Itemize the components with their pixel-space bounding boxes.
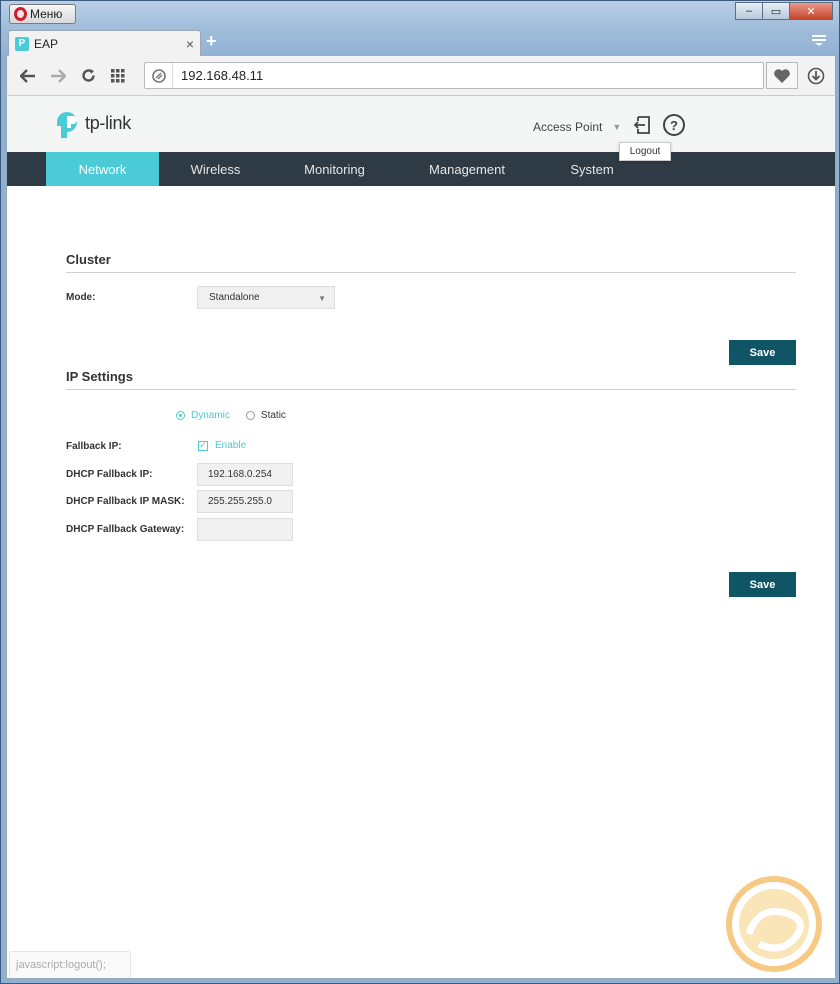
logo-text: tp-link <box>85 112 131 133</box>
logout-tooltip: Logout <box>619 142 671 161</box>
back-icon[interactable] <box>13 61 43 91</box>
site-info-icon[interactable] <box>145 63 173 88</box>
reload-icon[interactable] <box>73 61 103 91</box>
main-nav: Network Wireless Monitoring Management S… <box>7 152 835 186</box>
forward-icon[interactable] <box>43 61 73 91</box>
logout-button[interactable] <box>631 114 653 136</box>
minimize-button[interactable]: – <box>735 2 763 20</box>
fallback-enable-checkbox-wrap: ✓ Enable <box>198 440 246 451</box>
opera-menu-label: Меню <box>30 7 63 21</box>
browser-toolbar: 192.168.48.11 <box>6 56 836 95</box>
tab-title: EAP <box>34 36 59 51</box>
ip-settings-divider <box>66 389 796 390</box>
cluster-divider <box>66 272 796 273</box>
browser-window: Меню – ▭ ✕ P EAP × + 192.168.48.11 tp-li… <box>0 0 840 984</box>
nav-tab-monitoring[interactable]: Monitoring <box>272 152 397 186</box>
ip-settings-section-title: IP Settings <box>66 369 133 384</box>
tab-eap[interactable]: P EAP × <box>8 30 201 56</box>
dynamic-radio[interactable] <box>176 411 185 420</box>
speed-dial-icon[interactable] <box>103 61 133 91</box>
watermark-logo <box>719 874 829 974</box>
nav-tab-network[interactable]: Network <box>46 152 159 186</box>
dhcp-fallback-gateway-input[interactable] <box>197 518 293 541</box>
opera-logo-icon <box>14 7 27 21</box>
device-mode-value: Access Point <box>533 120 603 134</box>
dhcp-fallback-ip-input[interactable]: 192.168.0.254 <box>197 463 293 486</box>
maximize-button[interactable]: ▭ <box>762 2 790 20</box>
chevron-down-icon: ▼ <box>318 294 326 303</box>
web-page: tp-link Access Point ▼ ? Logout Network … <box>6 95 836 979</box>
cluster-mode-select[interactable]: Standalone ▼ <box>197 286 335 309</box>
tab-menu-icon[interactable] <box>812 33 826 49</box>
fallback-enable-label[interactable]: Enable <box>215 440 246 451</box>
tab-favicon-icon: P <box>15 36 29 51</box>
ip-settings-save-button[interactable]: Save <box>729 572 796 597</box>
address-bar[interactable]: 192.168.48.11 <box>144 62 764 89</box>
tp-link-logo: tp-link <box>53 108 131 138</box>
opera-menu-button[interactable]: Меню <box>9 4 76 24</box>
device-mode-select[interactable]: Access Point ▼ <box>525 114 623 140</box>
static-radio-label[interactable]: Static <box>261 410 286 421</box>
dhcp-fallback-mask-label: DHCP Fallback IP MASK: <box>66 496 185 507</box>
dhcp-fallback-gateway-label: DHCP Fallback Gateway: <box>66 524 185 535</box>
dhcp-fallback-mask-input[interactable]: 255.255.255.0 <box>197 490 293 513</box>
close-tab-icon[interactable]: × <box>186 36 194 52</box>
cluster-section-title: Cluster <box>66 252 111 267</box>
chevron-down-icon: ▼ <box>612 122 622 132</box>
close-window-button[interactable]: ✕ <box>789 2 833 20</box>
fallback-ip-label: Fallback IP: <box>66 441 122 452</box>
new-tab-icon[interactable]: + <box>206 31 217 52</box>
window-controls: – ▭ ✕ <box>735 2 833 20</box>
status-bar: javascript:logout(); <box>9 951 131 978</box>
tp-link-logo-icon <box>53 108 83 138</box>
mode-label: Mode: <box>66 292 96 303</box>
cluster-mode-value: Standalone <box>209 292 260 303</box>
eap-header: tp-link Access Point ▼ ? <box>7 96 835 152</box>
downloads-icon[interactable] <box>803 63 829 89</box>
fallback-enable-checkbox[interactable]: ✓ <box>198 440 208 451</box>
dhcp-fallback-ip-label: DHCP Fallback IP: <box>66 469 153 480</box>
static-radio[interactable] <box>245 411 255 420</box>
dynamic-radio-label[interactable]: Dynamic <box>191 410 230 421</box>
logout-icon <box>633 116 650 134</box>
cluster-save-button[interactable]: Save <box>729 340 796 365</box>
nav-tab-wireless[interactable]: Wireless <box>159 152 272 186</box>
bookmark-heart-icon[interactable] <box>766 62 798 89</box>
nav-tab-management[interactable]: Management <box>397 152 537 186</box>
help-icon[interactable]: ? <box>663 114 685 136</box>
ip-mode-radio-group: Dynamic Static <box>176 410 302 421</box>
address-text[interactable]: 192.168.48.11 <box>173 68 263 83</box>
tab-strip: P EAP × + <box>6 29 834 56</box>
